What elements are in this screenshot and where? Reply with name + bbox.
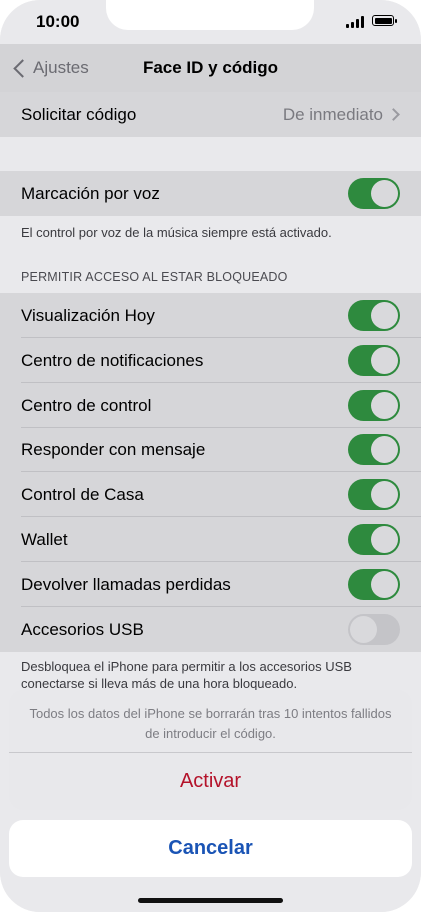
action-sheet-message: Todos los datos del iPhone se borrarán t… bbox=[29, 706, 392, 741]
chevron-right-icon bbox=[387, 108, 400, 121]
control-center-toggle[interactable] bbox=[348, 390, 400, 421]
phone-frame: 10:00 Ajustes Face ID y código Solicitar… bbox=[0, 0, 421, 912]
row-label: Centro de notificaciones bbox=[21, 351, 204, 370]
voice-group: Marcación por voz bbox=[0, 171, 421, 216]
status-bar: 10:00 bbox=[0, 0, 421, 44]
row-devolver-llamadas: Devolver llamadas perdidas bbox=[0, 562, 421, 607]
row-accesorios-usb: Accesorios USB bbox=[0, 607, 421, 652]
battery-icon bbox=[372, 15, 397, 26]
row-marcacion-por-voz: Marcación por voz bbox=[0, 171, 421, 216]
row-wallet: Wallet bbox=[0, 517, 421, 562]
row-centro-notificaciones: Centro de notificaciones bbox=[0, 338, 421, 383]
notch bbox=[106, 0, 314, 30]
voice-footnote: El control por voz de la música siempre … bbox=[21, 225, 332, 240]
today-view-toggle[interactable] bbox=[348, 300, 400, 331]
row-label: Visualización Hoy bbox=[21, 306, 155, 325]
notification-center-toggle[interactable] bbox=[348, 345, 400, 376]
voice-dial-toggle[interactable] bbox=[348, 178, 400, 209]
row-solicitar-codigo[interactable]: Solicitar código De inmediato bbox=[0, 92, 421, 137]
row-control-casa: Control de Casa bbox=[0, 472, 421, 517]
locked-access-group: Visualización Hoy Centro de notificacion… bbox=[0, 293, 421, 652]
navigation-bar: Ajustes Face ID y código bbox=[0, 44, 421, 92]
row-label: Wallet bbox=[21, 530, 68, 549]
row-value: De inmediato bbox=[282, 105, 383, 124]
row-label: Centro de control bbox=[21, 396, 152, 415]
row-responder-mensaje: Responder con mensaje bbox=[0, 427, 421, 472]
row-visualizacion-hoy: Visualización Hoy bbox=[0, 293, 421, 338]
return-missed-calls-toggle[interactable] bbox=[348, 569, 400, 600]
row-label: Responder con mensaje bbox=[21, 440, 206, 459]
usb-footnote: Desbloquea el iPhone para permitir a los… bbox=[21, 659, 352, 691]
row-label: Control de Casa bbox=[21, 485, 144, 504]
usb-accessories-toggle[interactable] bbox=[348, 614, 400, 645]
cancel-button[interactable]: Cancelar bbox=[9, 820, 412, 877]
home-indicator[interactable] bbox=[138, 898, 283, 903]
row-label: Accesorios USB bbox=[21, 620, 144, 639]
action-sheet: Todos los datos del iPhone se borrarán t… bbox=[9, 690, 412, 810]
section-header: PERMITIR ACCESO AL ESTAR BLOQUEADO bbox=[21, 270, 288, 284]
passcode-group: Solicitar código De inmediato bbox=[0, 92, 421, 137]
signal-icon bbox=[346, 16, 366, 28]
row-label: Marcación por voz bbox=[21, 184, 160, 203]
activate-button[interactable]: Activar bbox=[9, 752, 412, 810]
row-centro-control: Centro de control bbox=[0, 383, 421, 428]
screen: 10:00 Ajustes Face ID y código Solicitar… bbox=[0, 0, 421, 912]
reply-with-message-toggle[interactable] bbox=[348, 434, 400, 465]
wallet-toggle[interactable] bbox=[348, 524, 400, 555]
status-time: 10:00 bbox=[36, 12, 80, 31]
home-control-toggle[interactable] bbox=[348, 479, 400, 510]
row-label: Devolver llamadas perdidas bbox=[21, 575, 231, 594]
page-title: Face ID y código bbox=[142, 58, 279, 77]
row-label: Solicitar código bbox=[21, 105, 137, 124]
